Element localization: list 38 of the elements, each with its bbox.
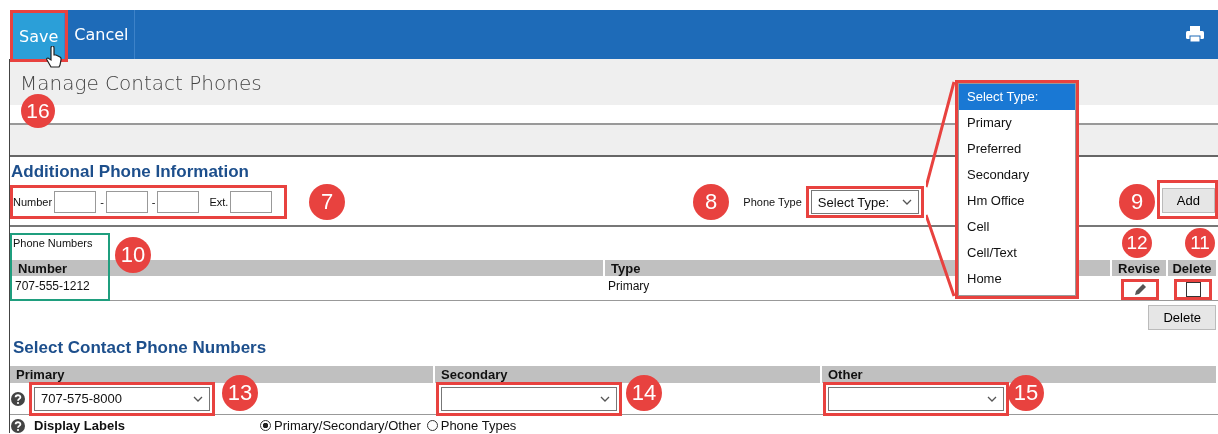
field-label: Phone Type [743, 196, 802, 208]
table-cell-text: 707-555-1212 [14, 278, 91, 295]
column-header: Other [822, 366, 1218, 383]
column-header: Revise [1112, 260, 1168, 276]
callout-number: 14 [626, 375, 662, 411]
callout-number: 10 [115, 237, 151, 273]
section-heading: Select Contact Phone Numbers [13, 338, 267, 357]
callout-number: 9 [1119, 184, 1155, 220]
column-header: Delete [1168, 260, 1218, 276]
page-title: Manage Contact Phones [20, 70, 262, 95]
dropdown-option[interactable]: Select Type: [959, 84, 1075, 110]
column-header: Primary [10, 366, 435, 383]
radio-label: Primary/Secondary/Other [274, 418, 421, 433]
field-label: Number [13, 196, 53, 208]
separator-text: - [100, 196, 104, 208]
phone-type-dropdown[interactable]: Select Type: [810, 190, 919, 214]
callout-number: 8 [693, 184, 729, 220]
dropdown-option[interactable]: Primary [959, 110, 1075, 136]
callout-number: 7 [309, 184, 345, 220]
field-label: Display Labels [34, 418, 126, 433]
callout-number: 11 [1185, 228, 1215, 258]
field-label: Ext. [209, 196, 229, 208]
table-cell-text: Primary [607, 278, 651, 295]
separator-text: - [151, 196, 156, 208]
add-button[interactable]: Add [1161, 187, 1215, 213]
callout-number: 13 [222, 375, 258, 411]
dropdown-option[interactable]: Secondary [959, 162, 1075, 188]
delete-button[interactable]: Delete [1148, 305, 1216, 330]
dropdown-option[interactable]: Hm Office [959, 188, 1075, 214]
dropdown-option[interactable]: Preferred [959, 136, 1075, 162]
column-header: Number [12, 260, 108, 276]
dropdown-option[interactable]: Cell [959, 214, 1075, 240]
phone-dropdown[interactable]: 707-575-8000 [34, 386, 210, 411]
column-header: Secondary [435, 366, 822, 383]
table-caption: Phone Numbers [12, 236, 94, 251]
section-heading: Additional Phone Information [11, 162, 249, 181]
radio-label: Phone Types [440, 418, 517, 433]
callout-number: 12 [1122, 228, 1152, 258]
